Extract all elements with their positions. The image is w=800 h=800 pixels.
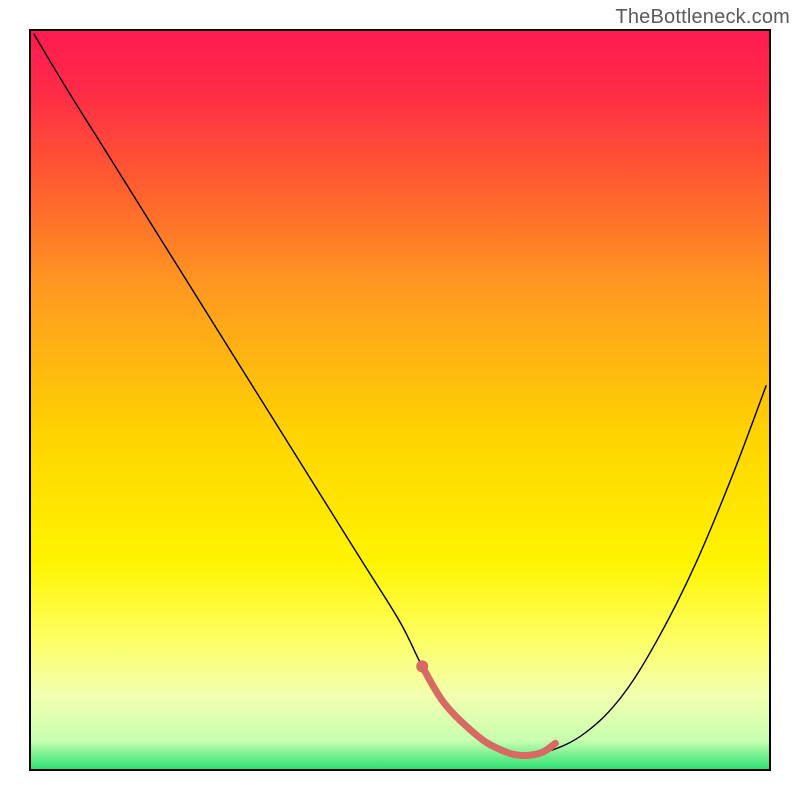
highlight-dot [416, 660, 428, 672]
chart-container: TheBottleneck.com [0, 0, 800, 800]
watermark-text: TheBottleneck.com [615, 6, 790, 29]
chart-svg [0, 0, 800, 800]
plot-area [30, 30, 770, 770]
heatmap-background [30, 30, 770, 770]
